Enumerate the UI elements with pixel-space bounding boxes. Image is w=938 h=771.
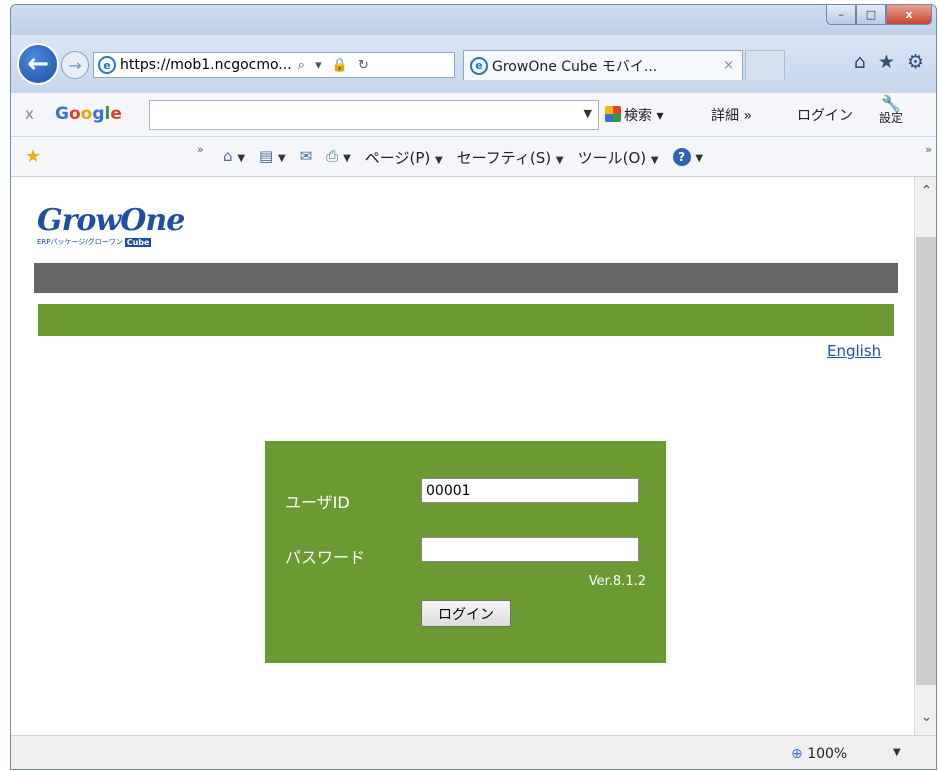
header-gray-bar — [34, 263, 898, 293]
rss-feed-icon: ▤ — [259, 147, 274, 165]
page-content: GrowOne ERPパッケージ/グローワン Cube English ユーザI… — [11, 177, 914, 735]
back-button[interactable]: ← — [17, 43, 59, 85]
login-panel: ユーザID パスワード Ver.8.1.2 ログイン — [265, 441, 666, 663]
zoom-chevron-down-icon[interactable]: ▼ — [893, 747, 901, 758]
zoom-level[interactable]: ⊕ 100% — [791, 746, 847, 762]
chevron-more-icon[interactable]: » — [197, 143, 204, 156]
mail-icon: ✉ — [299, 147, 313, 165]
chevron-down-icon[interactable]: ▼ — [584, 107, 592, 120]
logo-text: GrowOne — [37, 203, 185, 238]
google-settings-label: 設定 — [879, 111, 904, 125]
title-bar: – □ x — [11, 5, 936, 35]
window-controls: – □ x — [826, 5, 932, 25]
maximize-button[interactable]: □ — [856, 5, 886, 25]
google-search-button[interactable]: 検索 ▾ — [605, 105, 663, 125]
gear-icon[interactable]: ⚙ — [907, 51, 924, 73]
google-search-input[interactable]: ▼ — [149, 100, 599, 130]
header-green-bar — [38, 304, 894, 336]
command-items: ⌂ ▼ ▤ ▼ ✉ ⎙ ▼ ページ(P) ▼ セーフティ(S) ▼ ツール(O)… — [223, 147, 703, 168]
help-menu[interactable]: ? ▼ — [672, 147, 703, 168]
logo-cube-badge: Cube — [124, 237, 152, 247]
scroll-thumb[interactable] — [916, 237, 936, 685]
forward-button[interactable]: → — [61, 51, 89, 79]
address-host: mob1.ncgocmo... — [170, 57, 292, 73]
version-text: Ver.8.1.2 — [588, 574, 646, 589]
address-bar[interactable]: e https:// mob1.ncgocmo... ⌕ ▾ 🔒 ↻ — [93, 52, 455, 78]
google-toolbar: x Google ▼ 検索 ▾ 詳細 » ログイン 🔧 設定 — [11, 93, 936, 137]
user-id-label: ユーザID — [285, 493, 350, 512]
add-favorite-icon[interactable]: ★ — [25, 146, 41, 167]
google-toolbar-close-icon[interactable]: x — [25, 105, 34, 123]
google-more-button[interactable]: 詳細 » — [711, 105, 752, 125]
feeds-command[interactable]: ▤ ▼ — [259, 147, 286, 168]
vertical-scrollbar[interactable]: ⌃ ⌄ — [914, 177, 936, 735]
password-input[interactable] — [421, 537, 639, 562]
google-search-icon — [605, 106, 621, 122]
navigation-bar: ← → e https:// mob1.ncgocmo... ⌕ ▾ 🔒 ↻ e… — [11, 35, 936, 93]
minimize-button[interactable]: – — [826, 5, 856, 25]
growone-logo: GrowOne ERPパッケージ/グローワン Cube — [37, 203, 185, 247]
scroll-down-icon[interactable]: ⌄ — [915, 709, 936, 729]
tools-menu[interactable]: ツール(O) ▼ — [578, 147, 659, 168]
print-command[interactable]: ⎙ ▼ — [326, 147, 351, 168]
nav-right-icons: ⌂ ★ ⚙ — [854, 51, 924, 73]
tab-close-icon[interactable]: × — [723, 58, 734, 73]
password-label: パスワード — [285, 548, 366, 567]
logo-subtitle: ERPパッケージ/グローワン Cube — [37, 237, 152, 247]
arrow-left-icon: ← — [27, 49, 49, 79]
new-tab-button[interactable] — [745, 50, 785, 80]
login-button[interactable]: ログイン — [421, 600, 511, 627]
arrow-right-icon: → — [68, 55, 82, 75]
printer-icon: ⎙ — [326, 147, 339, 165]
google-logo: Google — [55, 104, 122, 124]
tab-title: GrowOne Cube モバイ... — [492, 58, 658, 75]
tab-growone[interactable]: e GrowOne Cube モバイ... × — [463, 50, 743, 80]
google-settings-button[interactable]: 🔧 設定 — [879, 94, 904, 126]
command-bar: ★ » ⌂ ▼ ▤ ▼ ✉ ⎙ ▼ ページ(P) ▼ セーフティ(S) ▼ ツー… — [11, 137, 936, 177]
scroll-up-icon[interactable]: ⌃ — [915, 183, 936, 203]
chevron-overflow-icon[interactable]: » — [925, 143, 932, 156]
user-id-input[interactable] — [421, 478, 639, 503]
home-command[interactable]: ⌂ ▼ — [223, 147, 245, 168]
mail-command[interactable]: ✉ — [300, 147, 313, 168]
wrench-icon: 🔧 — [881, 94, 901, 113]
english-link[interactable]: English — [827, 342, 881, 360]
favorites-star-icon[interactable]: ★ — [878, 51, 895, 73]
status-bar: ⊕ 100% ▼ — [11, 735, 936, 769]
ie-page-icon: e — [98, 56, 116, 74]
safety-menu[interactable]: セーフティ(S) ▼ — [457, 147, 564, 168]
ie-tab-icon: e — [470, 56, 488, 75]
google-login-button[interactable]: ログイン — [797, 105, 853, 125]
address-action-icons[interactable]: ⌕ ▾ 🔒 ↻ — [298, 58, 372, 73]
zoom-icon: ⊕ — [791, 746, 803, 762]
help-icon: ? — [672, 148, 691, 166]
page-menu[interactable]: ページ(P) ▼ — [365, 147, 443, 168]
browser-window: – □ x ← → e https:// mob1.ncgocmo... ⌕ ▾… — [10, 4, 937, 770]
home-icon: ⌂ — [223, 147, 233, 165]
home-icon[interactable]: ⌂ — [854, 51, 866, 73]
close-window-button[interactable]: x — [886, 5, 932, 25]
address-protocol: https:// — [120, 57, 171, 73]
